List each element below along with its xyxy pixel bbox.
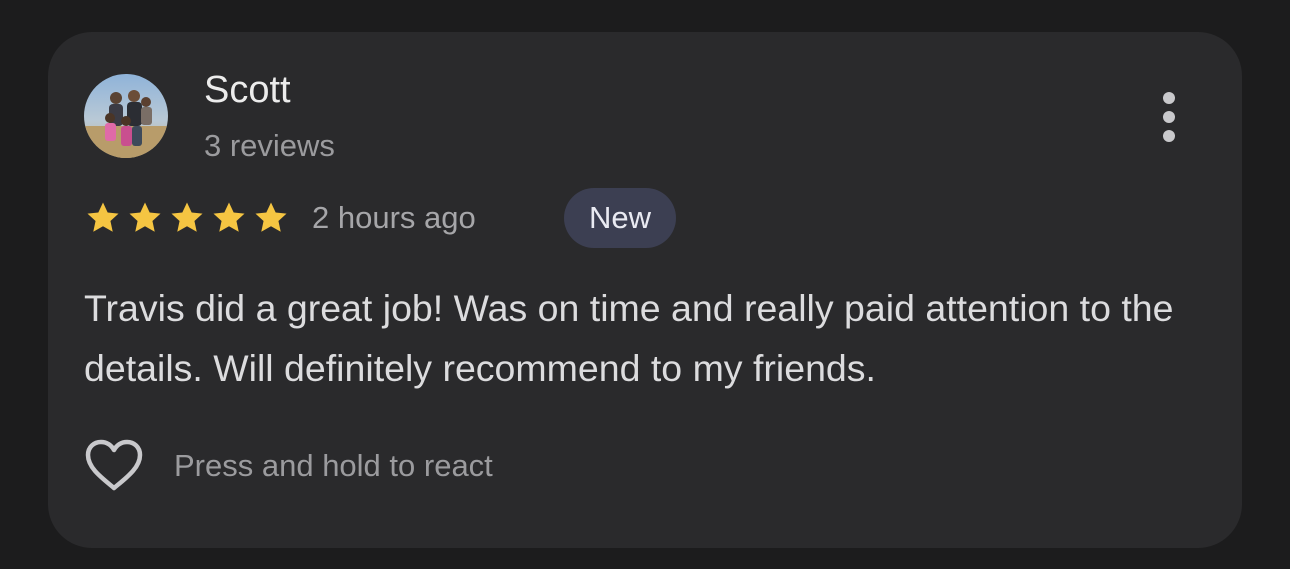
review-timestamp: 2 hours ago xyxy=(312,200,476,235)
react-hint: Press and hold to react xyxy=(174,448,493,483)
star-icon xyxy=(252,199,290,237)
review-text: Travis did a great job! Was on time and … xyxy=(84,287,1174,389)
reviewer-avatar[interactable] xyxy=(84,74,168,158)
reviewer-review-count[interactable]: 3 reviews xyxy=(204,128,335,164)
new-badge: New xyxy=(564,188,677,248)
star-icon xyxy=(126,199,164,237)
heart-outline-icon[interactable] xyxy=(82,436,146,496)
avatar-photo xyxy=(84,74,168,158)
rating-row: 2 hours ago New xyxy=(84,186,784,250)
star-icon xyxy=(168,199,206,237)
react-row: Press and hold to react xyxy=(82,436,682,496)
reviewer-name[interactable]: Scott xyxy=(204,68,291,112)
more-options-button[interactable] xyxy=(1148,86,1190,148)
star-icon xyxy=(84,199,122,237)
star-icon xyxy=(210,199,248,237)
review-card: Scott 3 reviews 2 hours ago New Travis d… xyxy=(48,32,1242,548)
